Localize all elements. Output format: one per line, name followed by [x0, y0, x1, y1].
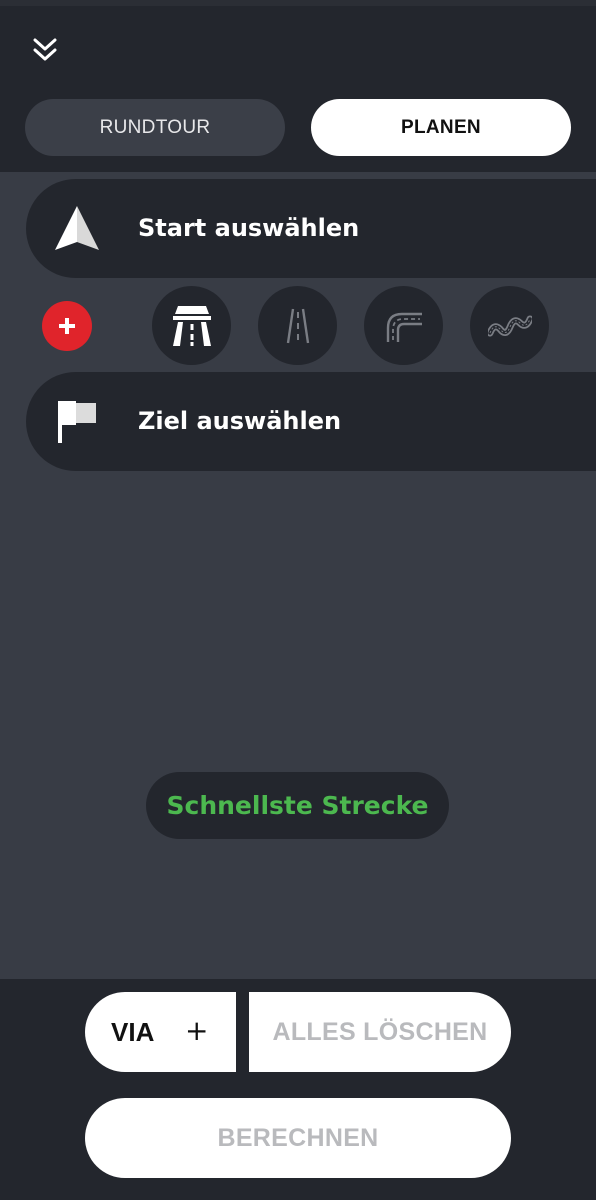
plus-icon [59, 318, 75, 334]
curvy-road-icon [386, 312, 422, 342]
highway-icon [172, 305, 211, 346]
plus-icon: + [185, 1014, 209, 1047]
route-type-winding[interactable] [470, 286, 549, 365]
add-via-button[interactable]: VIA + [85, 992, 236, 1072]
winding-road-icon [487, 315, 532, 336]
start-waypoint-field[interactable]: Start auswählen [26, 179, 596, 278]
start-waypoint-label: Start auswählen [138, 214, 360, 242]
calculate-route-button[interactable]: BERECHNEN [85, 1098, 511, 1178]
tab-planen[interactable]: PLANEN [311, 99, 571, 156]
tab-rundtour[interactable]: RUNDTOUR [25, 99, 285, 156]
route-strategy-button[interactable]: Schnellste Strecke [146, 772, 449, 839]
double-chevron-down-icon[interactable] [26, 30, 64, 70]
navigation-arrow-icon [52, 203, 102, 253]
header-bar: RUNDTOUR PLANEN [0, 0, 596, 172]
flag-icon [52, 396, 102, 446]
route-type-highway[interactable] [152, 286, 231, 365]
via-label: VIA [111, 1017, 155, 1047]
status-strip [0, 0, 596, 6]
road-icon [286, 308, 309, 343]
route-type-curvy[interactable] [364, 286, 443, 365]
clear-all-button[interactable]: ALLES LÖSCHEN [249, 992, 511, 1072]
add-waypoint-button[interactable] [42, 301, 92, 351]
destination-waypoint-label: Ziel auswählen [138, 407, 342, 435]
route-type-road[interactable] [258, 286, 337, 365]
destination-waypoint-field[interactable]: Ziel auswählen [26, 372, 596, 471]
